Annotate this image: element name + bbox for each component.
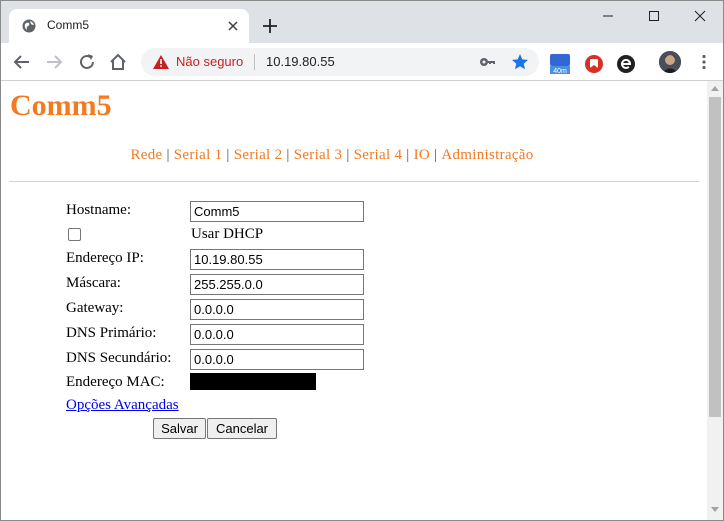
scrollbar-thumb[interactable] [709, 97, 721, 417]
close-window-icon[interactable] [677, 1, 723, 31]
nav-serial-1[interactable]: Serial 1 [174, 147, 223, 163]
nav-separator: | [286, 147, 290, 163]
warning-icon[interactable] [153, 55, 169, 69]
mac-address-redacted [190, 373, 316, 390]
brand-title: Comm5 [10, 89, 112, 122]
key-icon[interactable] [479, 54, 497, 70]
nav-separator: | [406, 147, 410, 163]
gateway-input[interactable] [190, 299, 364, 320]
save-button[interactable]: Salvar [153, 418, 206, 439]
hostname-label: Hostname: [66, 202, 131, 218]
mask-label: Máscara: [66, 275, 121, 291]
nav-serial-4[interactable]: Serial 4 [354, 147, 403, 163]
hostname-input[interactable] [190, 201, 364, 222]
advanced-options-link[interactable]: Opções Avançadas [66, 397, 179, 414]
avatar-icon [659, 51, 681, 73]
page-content: Comm5 Rede | Serial 1 | Serial 2 | Serial 3 | Se… [1, 81, 707, 520]
scroll-up-arrow-icon[interactable] [711, 85, 719, 91]
timer-badge: 40m [553, 68, 567, 75]
dns2-input[interactable] [190, 349, 364, 370]
nav-rede[interactable]: Rede [130, 147, 162, 163]
back-arrow-icon[interactable] [11, 51, 33, 73]
vertical-scrollbar[interactable] [707, 81, 723, 520]
nav-separator: | [226, 147, 230, 163]
globe-icon [22, 19, 36, 33]
divider [9, 181, 699, 182]
gateway-label: Gateway: [66, 300, 124, 316]
dns1-input[interactable] [190, 324, 364, 345]
tab-strip: Comm5 [1, 1, 723, 43]
separator [254, 54, 255, 70]
maximize-icon[interactable] [631, 1, 677, 31]
dns1-label: DNS Primário: [66, 325, 157, 341]
address-bar[interactable]: Não seguro 10.19.80.55 [141, 48, 539, 76]
url-text[interactable]: 10.19.80.55 [266, 54, 335, 69]
dns2-label: DNS Secundário: [66, 350, 172, 366]
nav-serial-3[interactable]: Serial 3 [294, 147, 343, 163]
forward-arrow-icon[interactable] [43, 51, 65, 73]
minimize-icon[interactable] [585, 1, 631, 31]
profile-avatar[interactable] [659, 51, 681, 73]
nav-io[interactable]: IO [414, 147, 430, 163]
nav-separator: | [346, 147, 350, 163]
dhcp-checkbox[interactable] [68, 228, 81, 241]
scroll-down-arrow-icon[interactable] [711, 507, 719, 513]
red-extension-icon[interactable] [583, 53, 605, 75]
main-nav: Rede | Serial 1 | Serial 2 | Serial 3 | Serial 4… [1, 147, 663, 164]
menu-dots-icon[interactable] [695, 53, 713, 71]
nav-serial-2[interactable]: Serial 2 [234, 147, 283, 163]
ip-input[interactable] [190, 249, 364, 270]
dhcp-label: Usar DHCP [191, 226, 264, 242]
browser-window: Comm5 Não seguro 10.19.80.55 40m Comm5 R… [0, 0, 724, 521]
mac-label: Endereço MAC: [66, 374, 165, 390]
cancel-button[interactable]: Cancelar [207, 418, 277, 439]
bookmark-star-icon[interactable] [511, 53, 529, 71]
reload-icon[interactable] [76, 51, 98, 73]
tab-comm5[interactable]: Comm5 [9, 9, 249, 43]
nav-administracao[interactable]: Administração [441, 147, 533, 163]
new-tab-icon[interactable] [259, 15, 281, 37]
nav-separator: | [434, 147, 438, 163]
browser-toolbar: Não seguro 10.19.80.55 40m [1, 43, 723, 81]
mask-input[interactable] [190, 274, 364, 295]
e-extension-icon[interactable] [615, 53, 637, 75]
nav-separator: | [166, 147, 170, 163]
home-icon[interactable] [107, 51, 129, 73]
timer-extension-icon[interactable]: 40m [549, 53, 571, 75]
close-tab-icon[interactable] [224, 17, 242, 35]
tab-title: Comm5 [47, 18, 90, 32]
ip-label: Endereço IP: [66, 250, 144, 266]
security-label[interactable]: Não seguro [176, 54, 243, 69]
